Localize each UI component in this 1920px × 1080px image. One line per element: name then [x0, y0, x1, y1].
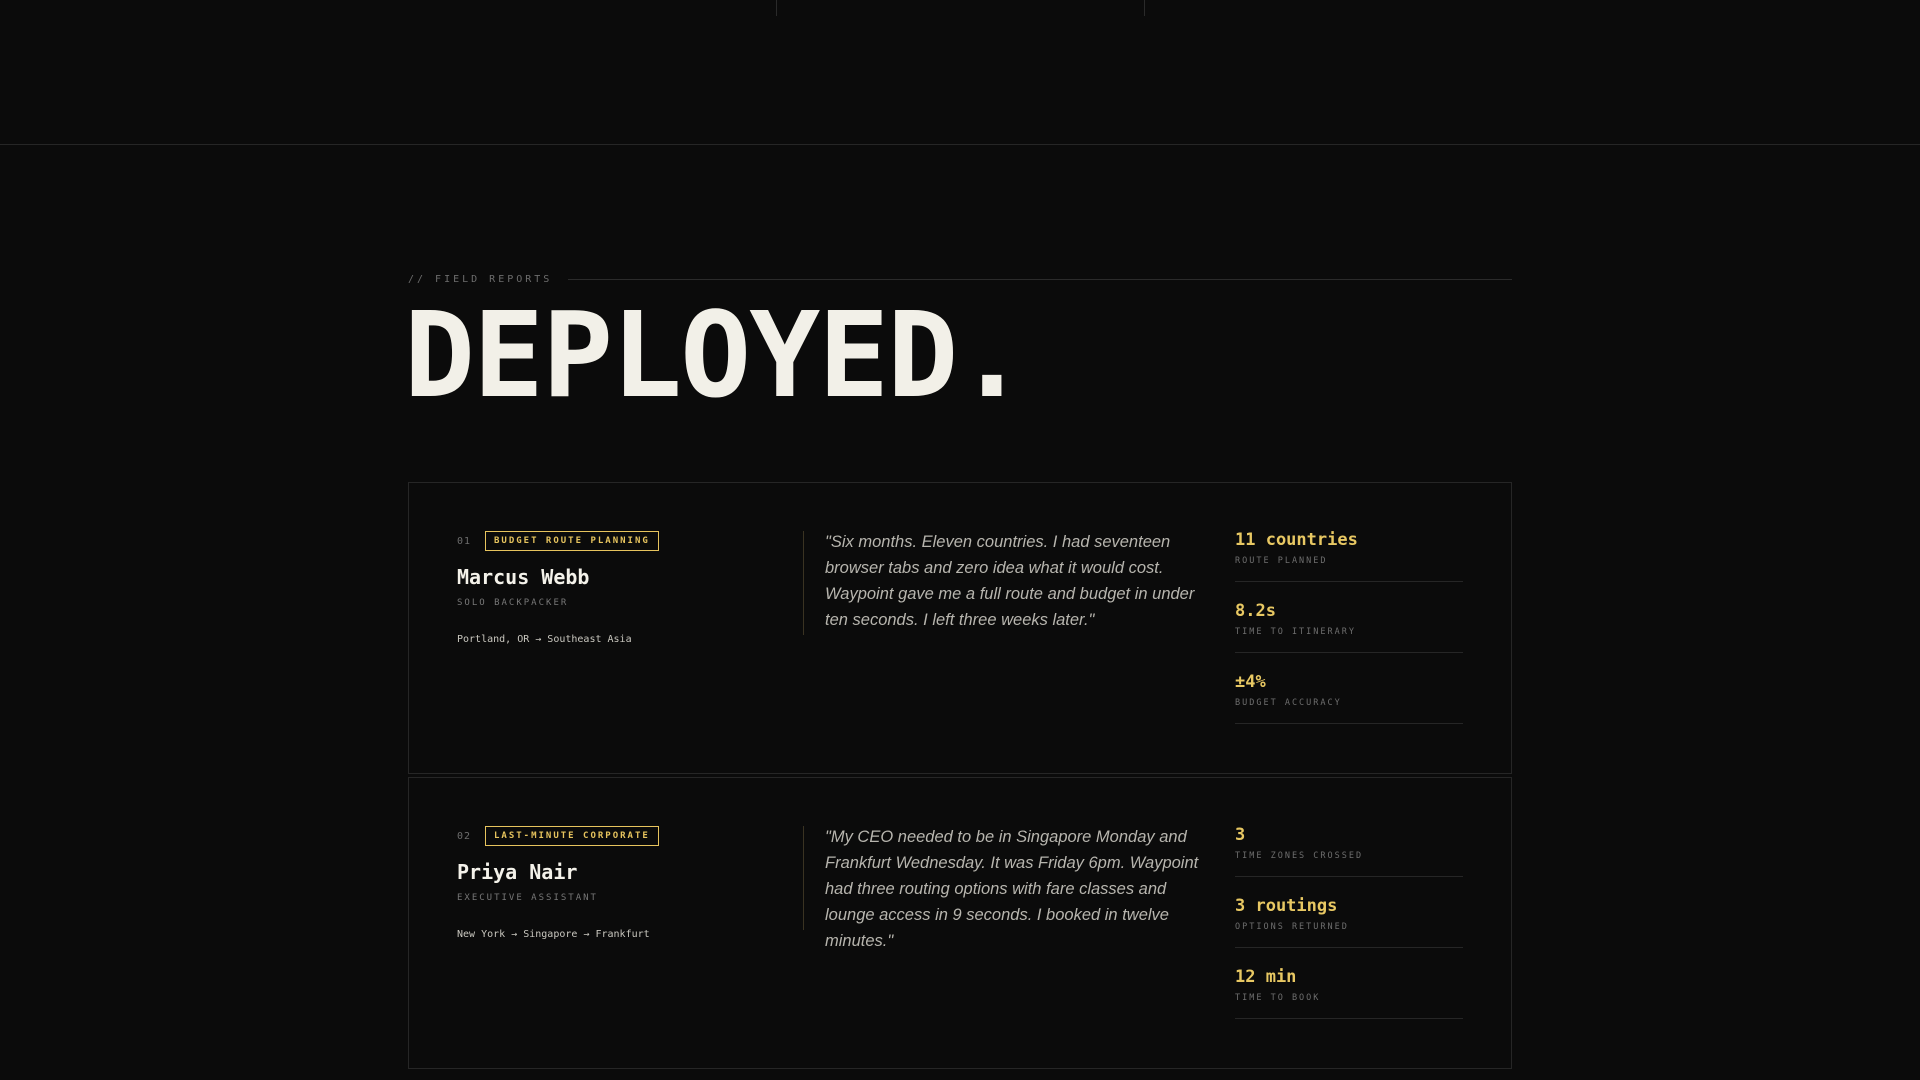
stat-item: ±4% BUDGET ACCURACY [1235, 671, 1463, 724]
testimonial-profile: 01 BUDGET ROUTE PLANNING Marcus Webb SOL… [457, 531, 757, 647]
stat-label: TIME TO BOOK [1235, 993, 1321, 1003]
card-number: 01 [457, 535, 472, 547]
person-name: Priya Nair [457, 860, 578, 884]
tag-row: 02 LAST-MINUTE CORPORATE [457, 826, 757, 846]
top-divider-tick [1144, 0, 1145, 16]
stats-list: 11 countries ROUTE PLANNED 8.2s TIME TO … [1235, 529, 1463, 742]
person-role: EXECUTIVE ASSISTANT [457, 893, 598, 903]
stat-label: ROUTE PLANNED [1235, 556, 1328, 566]
stat-item: 11 countries ROUTE PLANNED [1235, 529, 1463, 582]
stat-value: 3 routings [1235, 896, 1338, 916]
quote-divider [803, 531, 804, 635]
travel-route: New York → Singapore → Frankfurt [457, 929, 650, 940]
stat-label: TIME ZONES CROSSED [1235, 851, 1364, 861]
tag-row: 01 BUDGET ROUTE PLANNING [457, 531, 757, 551]
section-kicker: // FIELD REPORTS [408, 273, 553, 285]
stat-item: 8.2s TIME TO ITINERARY [1235, 600, 1463, 653]
card-number: 02 [457, 830, 472, 842]
field-reports-section: // FIELD REPORTS DEPLOYED. [404, 266, 1512, 414]
person-name: Marcus Webb [457, 565, 590, 589]
testimonial-card: 01 BUDGET ROUTE PLANNING Marcus Webb SOL… [408, 482, 1512, 774]
stat-value: ±4% [1235, 672, 1266, 692]
stat-item: 3 routings OPTIONS RETURNED [1235, 895, 1463, 948]
stat-label: OPTIONS RETURNED [1235, 922, 1349, 932]
category-tag: LAST-MINUTE CORPORATE [485, 826, 659, 846]
top-band [0, 0, 1920, 145]
top-divider-tick [776, 0, 777, 16]
testimonial-quote: "My CEO needed to be in Singapore Monday… [825, 828, 1199, 950]
stat-item: 12 min TIME TO BOOK [1235, 966, 1463, 1019]
stat-value: 3 [1235, 825, 1246, 845]
testimonial-card: 02 LAST-MINUTE CORPORATE Priya Nair EXEC… [408, 777, 1512, 1069]
travel-route: Portland, OR → Southeast Asia [457, 634, 632, 645]
kicker-rule [568, 278, 1512, 280]
quote-divider [803, 826, 804, 930]
testimonial-list: 01 BUDGET ROUTE PLANNING Marcus Webb SOL… [408, 482, 1512, 1072]
page-title: DEPLOYED. [404, 286, 1027, 424]
category-tag: BUDGET ROUTE PLANNING [485, 531, 659, 551]
testimonial-quote: "Six months. Eleven countries. I had sev… [825, 533, 1195, 629]
stats-list: 3 TIME ZONES CROSSED 3 routings OPTIONS … [1235, 824, 1463, 1037]
testimonial-profile: 02 LAST-MINUTE CORPORATE Priya Nair EXEC… [457, 826, 757, 942]
stat-value: 12 min [1235, 967, 1297, 987]
stat-label: TIME TO ITINERARY [1235, 627, 1356, 637]
stat-item: 3 TIME ZONES CROSSED [1235, 824, 1463, 877]
stat-value: 8.2s [1235, 601, 1276, 621]
person-role: SOLO BACKPACKER [457, 598, 569, 608]
stat-label: BUDGET ACCURACY [1235, 698, 1342, 708]
stat-value: 11 countries [1235, 530, 1358, 550]
